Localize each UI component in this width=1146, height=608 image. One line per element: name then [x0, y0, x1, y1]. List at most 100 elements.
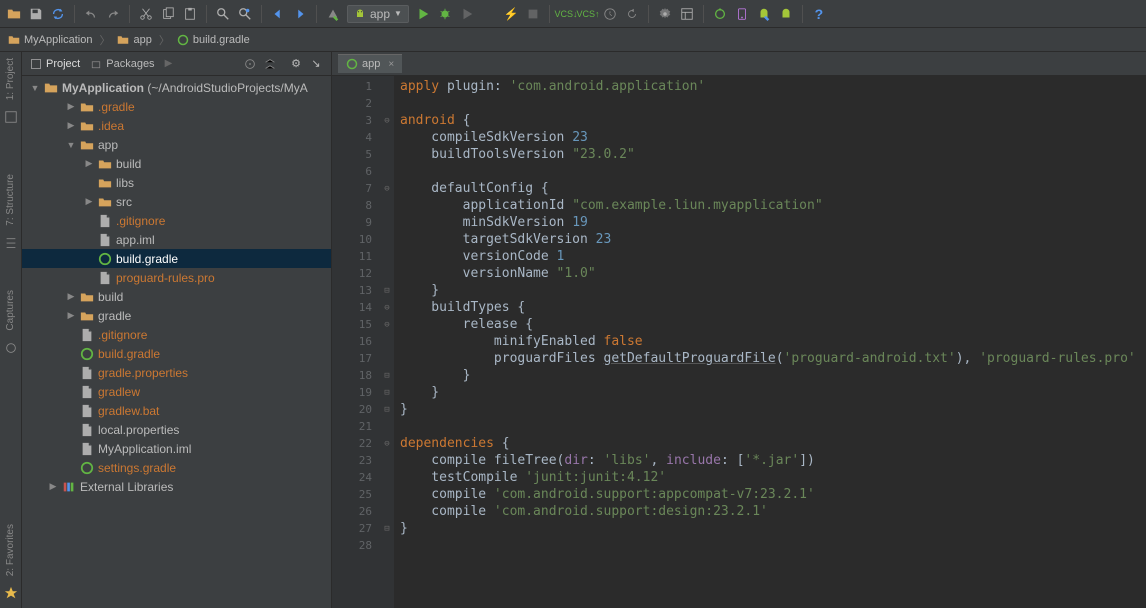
run-config-selector[interactable]: app ▼ [347, 5, 409, 23]
tree-row[interactable]: build.gradle [22, 344, 331, 363]
tree-row[interactable]: ▶src [22, 192, 331, 211]
rail-tab-structure[interactable]: 7: Structure [5, 174, 16, 226]
file-icon [98, 233, 112, 247]
tree-label: app [98, 138, 118, 152]
line-gutter: 1234567891011121314151617181920212223242… [332, 76, 380, 608]
open-icon[interactable] [6, 6, 22, 22]
settings-icon[interactable] [657, 6, 673, 22]
tab-packages[interactable]: Packages [90, 58, 154, 70]
replace-icon[interactable] [237, 6, 253, 22]
expand-arrow-icon[interactable]: ▶ [66, 101, 76, 112]
expand-arrow-icon[interactable]: ▶ [84, 158, 94, 169]
editor-tab-app[interactable]: app × [338, 54, 402, 73]
expand-arrow-icon[interactable]: ▶ [66, 120, 76, 131]
project-rail-icon [4, 110, 18, 124]
tree-row[interactable]: settings.gradle [22, 458, 331, 477]
copy-icon[interactable] [160, 6, 176, 22]
expand-arrow-icon[interactable]: ▶ [84, 196, 94, 207]
tree-row[interactable]: build.gradle [22, 249, 331, 268]
tree-label: build.gradle [98, 347, 160, 361]
back-icon[interactable] [270, 6, 286, 22]
code-content[interactable]: apply plugin: 'com.android.application'a… [394, 76, 1146, 608]
tree-row[interactable]: .gitignore [22, 325, 331, 344]
lib-icon [62, 480, 76, 494]
file-icon [80, 366, 94, 380]
build-icon[interactable] [325, 6, 341, 22]
android-monitor-icon[interactable] [778, 6, 794, 22]
help-icon[interactable]: ? [811, 6, 827, 22]
project-panel: Project Packages ▶ ⚙ ↘ ▼ MyApplication (… [22, 52, 332, 608]
attach-debugger-icon[interactable] [481, 6, 497, 22]
sdk-manager-icon[interactable] [756, 6, 772, 22]
editor-body[interactable]: 1234567891011121314151617181920212223242… [332, 76, 1146, 608]
file-icon [80, 404, 94, 418]
debug-icon[interactable] [437, 6, 453, 22]
sync-icon[interactable] [50, 6, 66, 22]
forward-icon[interactable] [292, 6, 308, 22]
tree-root[interactable]: ▼ MyApplication (~/AndroidStudioProjects… [22, 78, 331, 97]
tree-row[interactable]: .gitignore [22, 211, 331, 230]
redo-icon[interactable] [105, 6, 121, 22]
tree-row[interactable]: ▶gradle [22, 306, 331, 325]
breadcrumb-item[interactable]: app [117, 34, 151, 46]
fold-gutter[interactable]: ⊖⊖⊟⊖⊖⊟⊟⊟⊖⊟ [380, 76, 394, 608]
left-tool-rail: 1: Project 7: Structure Captures 2: Favo… [0, 52, 22, 608]
avd-manager-icon[interactable] [734, 6, 750, 22]
profile-icon[interactable] [459, 6, 475, 22]
tree-row[interactable]: app.iml [22, 230, 331, 249]
tree-row[interactable]: ▶ .idea [22, 116, 331, 135]
gradle-icon [80, 347, 94, 361]
tree-row[interactable]: local.properties [22, 420, 331, 439]
gear-icon[interactable]: ⚙ [289, 56, 303, 72]
tree-row[interactable]: ▶ External Libraries [22, 477, 331, 496]
tree-label: gradlew.bat [98, 404, 159, 418]
collapse-all-icon[interactable] [263, 56, 277, 72]
tree-row[interactable]: ▶build [22, 287, 331, 306]
apply-changes-icon[interactable]: ⚡ [503, 6, 519, 22]
project-structure-icon[interactable] [679, 6, 695, 22]
breadcrumb-item[interactable]: MyApplication [8, 34, 92, 46]
tree-row[interactable]: libs [22, 173, 331, 192]
tree-row[interactable]: MyApplication.iml [22, 439, 331, 458]
tree-row[interactable]: ▶ build [22, 154, 331, 173]
tree-label: build [116, 157, 141, 171]
stop-icon[interactable] [525, 6, 541, 22]
tree-label: libs [116, 176, 134, 190]
expand-arrow-icon[interactable]: ▶ [66, 310, 76, 321]
find-icon[interactable] [215, 6, 231, 22]
rail-tab-favorites[interactable]: 2: Favorites [5, 524, 16, 576]
chevron-right-icon[interactable]: ▶ [165, 58, 173, 69]
tree-label: .gitignore [116, 214, 165, 228]
tree-row[interactable]: ▶.gradle [22, 97, 331, 116]
tree-label: gradlew [98, 385, 140, 399]
tab-project[interactable]: Project [30, 58, 80, 70]
undo-icon[interactable] [83, 6, 99, 22]
expand-arrow-icon[interactable]: ▶ [48, 481, 58, 492]
expand-arrow-icon[interactable]: ▶ [66, 291, 76, 302]
rail-tab-project[interactable]: 1: Project [5, 58, 16, 100]
vcs-update-icon[interactable]: VCS↓ [558, 6, 574, 22]
save-icon[interactable] [28, 6, 44, 22]
cut-icon[interactable] [138, 6, 154, 22]
expand-arrow-icon[interactable]: ▼ [66, 140, 76, 150]
rail-tab-captures[interactable]: Captures [5, 290, 16, 331]
hide-icon[interactable]: ↘ [309, 56, 323, 72]
tree-row[interactable]: gradlew [22, 382, 331, 401]
tree-row[interactable]: gradle.properties [22, 363, 331, 382]
tree-label: settings.gradle [98, 461, 176, 475]
tree-label: .idea [98, 119, 124, 133]
vcs-history-icon[interactable] [602, 6, 618, 22]
scroll-from-source-icon[interactable] [243, 56, 257, 72]
run-icon[interactable] [415, 6, 431, 22]
vcs-revert-icon[interactable] [624, 6, 640, 22]
tree-label: External Libraries [80, 480, 173, 494]
close-icon[interactable]: × [388, 59, 394, 70]
sync-gradle-icon[interactable] [712, 6, 728, 22]
project-tree[interactable]: ▼ MyApplication (~/AndroidStudioProjects… [22, 76, 331, 608]
vcs-commit-icon[interactable]: VCS↑ [580, 6, 596, 22]
tree-row[interactable]: proguard-rules.pro [22, 268, 331, 287]
tree-row[interactable]: ▼ app [22, 135, 331, 154]
tree-row[interactable]: gradlew.bat [22, 401, 331, 420]
breadcrumb-item[interactable]: build.gradle [177, 34, 250, 46]
paste-icon[interactable] [182, 6, 198, 22]
